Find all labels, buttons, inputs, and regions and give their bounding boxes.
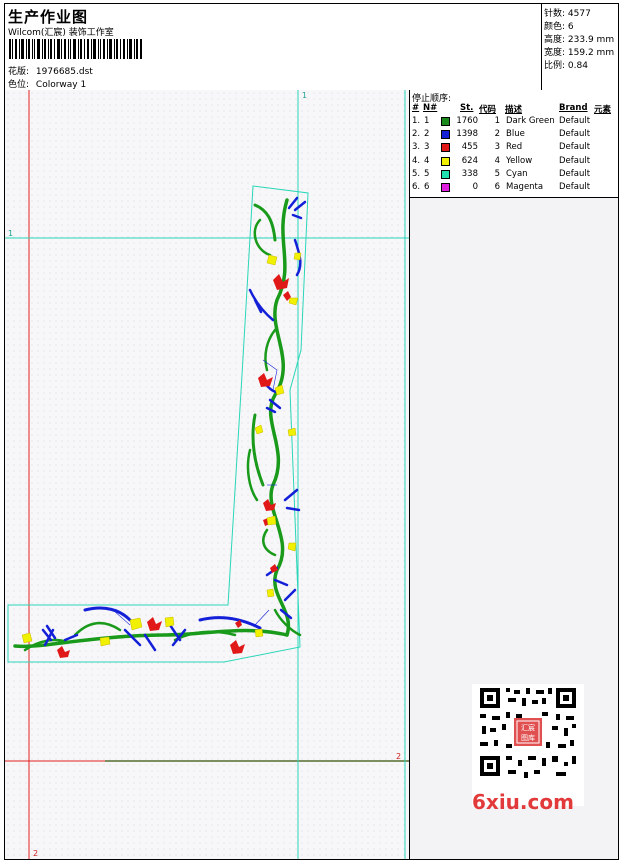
color-row-brand: Default (559, 116, 591, 126)
svg-text:汇宸: 汇宸 (521, 723, 535, 732)
color-row-needle: 1 (424, 116, 430, 126)
color-row-needle: 5 (424, 168, 430, 179)
stat-height: 高度: 233.9 mm (544, 35, 615, 45)
colorway-row: 色位: Colorway 1 (8, 77, 86, 90)
color-row-description: Magenta (506, 182, 544, 192)
studio-name: Wilcom(汇宸) 装饰工作室 (8, 28, 114, 38)
color-row-needle: 6 (424, 182, 430, 192)
color-row-description: Yellow (506, 155, 533, 166)
color-row-index: 2. (412, 129, 421, 140)
color-row-stitches: 338 (461, 168, 478, 179)
header-block: 生产作业图 Wilcom(汇宸) 装饰工作室 花版: 1976685.dst 色… (5, 4, 618, 91)
color-row-index: 1. (412, 116, 421, 126)
color-table-header: # N# St. 代码 描述 Brand 元素 (412, 103, 612, 115)
color-row-description: Cyan (506, 168, 528, 179)
color-row-brand: Default (559, 168, 591, 179)
color-row-description: Blue (506, 129, 525, 140)
production-worksheet: 生产作业图 Wilcom(汇宸) 装饰工作室 花版: 1976685.dst 色… (4, 3, 619, 860)
design-outline (7, 185, 309, 663)
color-row: 4. 4 624 4 Yellow Default (410, 156, 618, 169)
color-row-stitches: 0 (472, 182, 478, 192)
color-row-brand: Default (559, 182, 591, 192)
page-title: 生产作业图 (8, 8, 89, 26)
color-swatch (441, 183, 450, 192)
color-row: 6. 6 0 6 Magenta Default (410, 182, 618, 195)
embroidery-canvas: 1 1 2 2 (5, 90, 409, 859)
blue-leaves (41, 196, 307, 652)
color-row-brand: Default (559, 142, 591, 153)
color-row-needle: 3 (424, 142, 430, 153)
barcode (9, 39, 142, 59)
colorway-label: 色位: (8, 80, 30, 90)
color-row: 1. 1 1760 1 Dark Green Default (410, 116, 618, 129)
watermark-site: 6xiu.com (472, 790, 574, 814)
stat-colors: 颜色: 6 (544, 22, 574, 32)
color-swatch (441, 117, 450, 126)
yellow-flowers (21, 252, 302, 647)
color-row-needle: 4 (424, 155, 430, 166)
design-preview: 1 1 2 2 (5, 90, 410, 859)
guide-label-right: 2 (396, 752, 401, 761)
stat-stitches: 针数: 4577 (544, 9, 591, 19)
color-row-code: 4 (494, 155, 500, 166)
colorway-value: Colorway 1 (35, 80, 87, 90)
guide-label-bottom: 2 (33, 849, 38, 858)
guide-label-left: 1 (8, 229, 13, 238)
color-row-index: 4. (412, 155, 421, 166)
stat-width: 宽度: 159.2 mm (544, 48, 615, 58)
color-row-code: 6 (494, 182, 500, 192)
guide-label-top: 1 (302, 91, 307, 100)
color-row-brand: Default (559, 129, 591, 140)
color-row-description: Dark Green (506, 116, 555, 126)
color-row: 3. 3 455 3 Red Default (410, 142, 618, 155)
color-row-stitches: 1398 (456, 129, 478, 140)
design-file-label: 花版: (8, 67, 30, 77)
color-row-code: 5 (494, 168, 500, 179)
design-file-value: 1976685.dst (35, 67, 93, 77)
color-swatch (441, 156, 450, 166)
color-row: 2. 2 1398 2 Blue Default (410, 129, 618, 142)
color-row-code: 2 (494, 129, 500, 140)
qr-code-icon: 汇宸 图库 (472, 684, 584, 784)
color-row-stitches: 624 (461, 155, 478, 166)
svg-text:图库: 图库 (521, 733, 535, 742)
color-row-brand: Default (559, 155, 591, 166)
qr-code-watermark: 汇宸 图库 (472, 684, 584, 806)
color-row-code: 1 (494, 116, 500, 126)
color-row-stitches: 1760 (456, 116, 478, 126)
color-row-description: Red (506, 142, 523, 153)
design-file-row: 花版: 1976685.dst (8, 64, 93, 77)
color-swatch (441, 169, 450, 179)
stat-scale: 比例: 0.84 (544, 61, 588, 71)
color-sequence-table: 停止顺序: # N# St. 代码 描述 Brand 元素 1. 1 1760 1 Da… (410, 90, 618, 198)
color-row: 5. 5 338 5 Cyan Default (410, 169, 618, 182)
color-swatch (441, 130, 450, 140)
color-swatch (441, 143, 450, 153)
color-row-index: 3. (412, 142, 421, 153)
color-row-index: 6. (412, 182, 421, 192)
green-vine (13, 198, 302, 652)
design-stats: 针数: 4577 颜色: 6 高度: 233.9 mm 宽度: 159.2 mm… (541, 4, 619, 90)
color-sequence-panel: 停止顺序: # N# St. 代码 描述 Brand 元素 1. 1 1760 1 Da… (410, 90, 618, 859)
color-row-stitches: 455 (461, 142, 478, 153)
color-row-index: 5. (412, 168, 421, 179)
color-row-code: 3 (494, 142, 500, 153)
color-row-needle: 2 (424, 129, 430, 140)
